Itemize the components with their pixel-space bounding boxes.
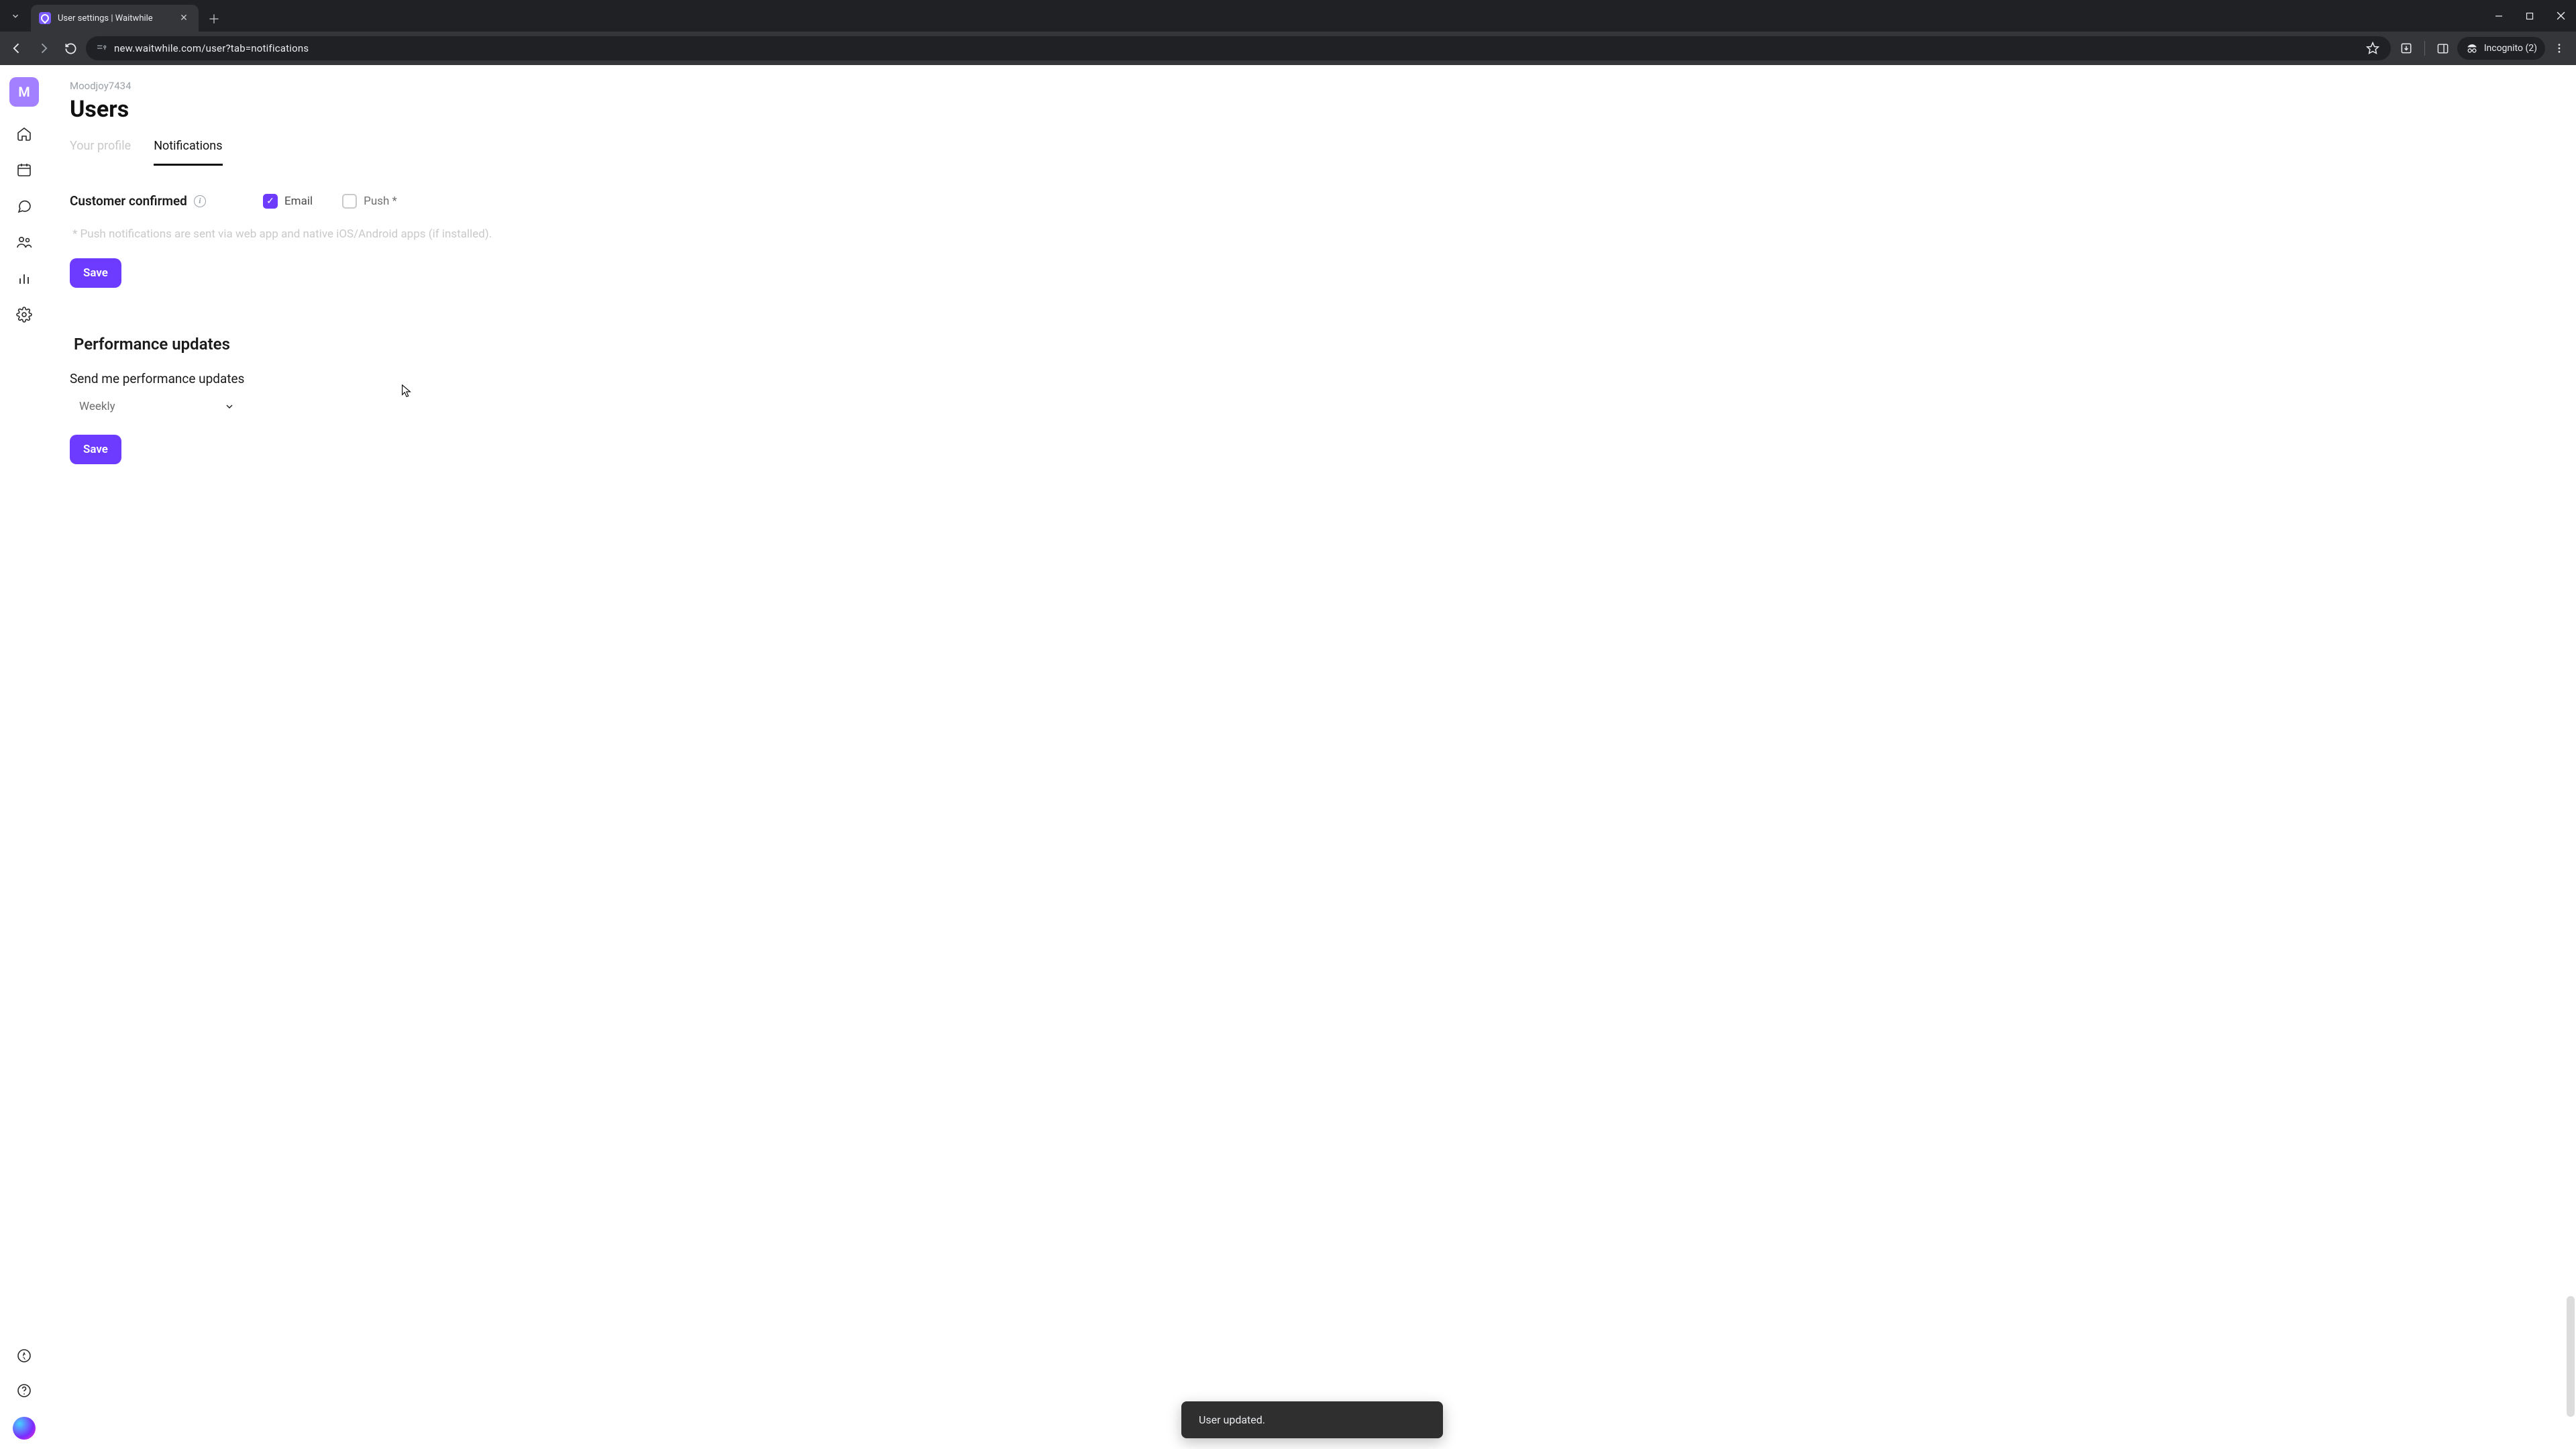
close-tab-button[interactable]: ✕ xyxy=(177,11,191,25)
performance-frequency-select[interactable]: Weekly xyxy=(70,393,244,420)
incognito-indicator[interactable]: Incognito (2) xyxy=(2457,37,2545,60)
side-panel-icon[interactable] xyxy=(2432,37,2455,60)
toast-notification: User updated. xyxy=(1181,1401,1443,1438)
sidebar-users-icon[interactable] xyxy=(15,233,34,252)
reload-button[interactable] xyxy=(59,37,82,60)
address-bar[interactable]: new.waitwhile.com/user?tab=notifications xyxy=(86,36,2391,60)
sidebar-settings-icon[interactable] xyxy=(15,305,34,324)
browser-toolbar: new.waitwhile.com/user?tab=notifications… xyxy=(0,32,2576,65)
back-button[interactable] xyxy=(5,37,28,60)
toolbar-divider xyxy=(2424,41,2425,56)
tabs: Your profile Notifications xyxy=(70,135,2555,166)
window-close-button[interactable] xyxy=(2545,3,2576,29)
window-maximize-button[interactable] xyxy=(2514,3,2545,29)
incognito-icon xyxy=(2465,42,2479,55)
tab-search-dropdown[interactable] xyxy=(0,0,31,32)
tab-your-profile[interactable]: Your profile xyxy=(70,135,131,166)
favicon-waitwhile xyxy=(39,12,51,24)
save-notifications-button[interactable]: Save xyxy=(70,258,121,288)
sidebar-help-icon[interactable] xyxy=(15,1382,33,1399)
save-performance-button[interactable]: Save xyxy=(70,435,121,464)
toast-message: User updated. xyxy=(1199,1413,1265,1426)
scrollbar-thumb[interactable] xyxy=(2567,1296,2575,1417)
tab-notifications[interactable]: Notifications xyxy=(154,135,222,166)
performance-field-label: Send me performance updates xyxy=(70,371,698,386)
notification-row-customer-confirmed: Customer confirmed i ✓ Email Push * xyxy=(70,193,698,209)
install-app-icon[interactable] xyxy=(2395,37,2418,60)
sidebar-user-avatar[interactable] xyxy=(13,1417,36,1440)
push-checkbox[interactable] xyxy=(342,194,357,209)
row-label-text: Customer confirmed xyxy=(70,193,187,209)
new-tab-button[interactable]: ＋ xyxy=(203,7,225,30)
sidebar-analytics-icon[interactable] xyxy=(15,269,34,288)
breadcrumb[interactable]: Moodjoy7434 xyxy=(70,80,2555,92)
window-minimize-button[interactable] xyxy=(2483,3,2514,29)
performance-heading: Performance updates xyxy=(74,335,698,354)
browser-menu-button[interactable] xyxy=(2548,37,2571,60)
chevron-down-icon xyxy=(224,401,235,412)
push-footnote: * Push notifications are sent via web ap… xyxy=(72,227,698,241)
sidebar-home-icon[interactable] xyxy=(15,124,34,143)
content-scrollbar[interactable] xyxy=(2565,266,2575,1437)
incognito-label: Incognito (2) xyxy=(2484,43,2537,54)
sidebar-calendar-icon[interactable] xyxy=(15,160,34,179)
app-sidebar: M xyxy=(0,65,48,1449)
bookmark-star-icon[interactable] xyxy=(2364,40,2381,57)
tab-title: User settings | Waitwhile xyxy=(58,13,177,23)
site-info-icon[interactable] xyxy=(95,42,107,54)
sidebar-chat-icon[interactable] xyxy=(15,197,34,215)
sidebar-upgrade-icon[interactable] xyxy=(15,1347,33,1364)
email-checkbox-label: Email xyxy=(284,195,313,208)
page-title: Users xyxy=(70,96,2555,123)
browser-titlebar: User settings | Waitwhile ✕ ＋ xyxy=(0,0,2576,32)
forward-button[interactable] xyxy=(32,37,55,60)
select-value: Weekly xyxy=(79,400,115,413)
url-text: new.waitwhile.com/user?tab=notifications xyxy=(114,42,309,54)
workspace-avatar[interactable]: M xyxy=(9,77,39,107)
email-checkbox[interactable]: ✓ xyxy=(263,194,278,209)
main-content: Moodjoy7434 Users Your profile Notificat… xyxy=(48,65,2576,1449)
avatar-letter: M xyxy=(18,84,30,100)
info-icon[interactable]: i xyxy=(194,195,206,207)
browser-tab-active[interactable]: User settings | Waitwhile ✕ xyxy=(31,5,199,32)
push-checkbox-label: Push * xyxy=(364,195,397,208)
